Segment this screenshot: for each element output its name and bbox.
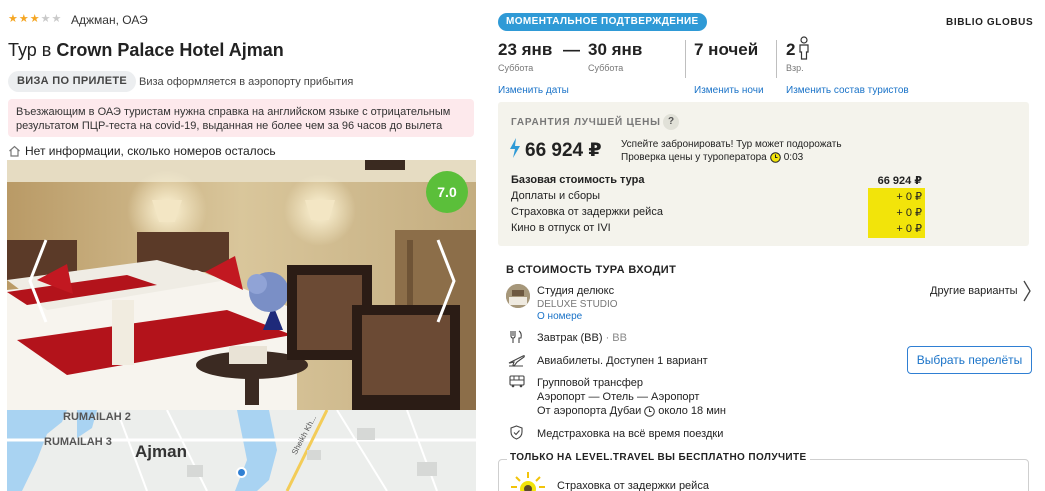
- price-line-label: Страховка от задержки рейса: [511, 206, 663, 218]
- transfer-title: Групповой трансфер: [537, 377, 644, 389]
- price-line-label: Базовая стоимость тура: [511, 174, 645, 186]
- clock-icon: [644, 405, 656, 417]
- star-icon: ★: [8, 13, 18, 25]
- day-to: Суббота: [588, 63, 624, 73]
- person-icon: [799, 36, 809, 60]
- date-dash: —: [563, 40, 580, 59]
- shield-icon: [510, 425, 523, 440]
- star-icon: ★: [29, 13, 40, 25]
- gallery-next-icon[interactable]: [434, 238, 458, 324]
- day-from: Суббота: [498, 63, 534, 73]
- cutlery-icon: [510, 330, 522, 343]
- price-check-text: Проверка цены у туроператора: [621, 152, 767, 163]
- hotel-room-photo: [7, 160, 476, 410]
- free-bonus-item: Страховка от задержки рейса: [557, 480, 709, 491]
- divider: [685, 40, 686, 78]
- date-from: 23 янв: [498, 40, 553, 59]
- clock-icon: [769, 152, 781, 163]
- tour-operator: BIBLIO GLOBUS: [946, 17, 1034, 28]
- price-line-label: Кино в отпуск от IVI: [511, 222, 611, 234]
- meal-plan-code: · BB: [605, 332, 627, 344]
- price-line-value: 66 924 ₽: [877, 175, 922, 187]
- transfer-from: От аэропорта Дубаи: [537, 405, 642, 417]
- visa-note: Виза оформляется в аэропорту прибытия: [139, 76, 354, 88]
- price-check-line: Проверка цены у туроператора 0:03: [621, 151, 842, 164]
- adults-count: 2: [786, 40, 796, 59]
- change-nights-link[interactable]: Изменить ночи: [694, 85, 764, 96]
- gallery-prev-icon[interactable]: [26, 238, 50, 324]
- help-icon[interactable]: ?: [663, 114, 679, 130]
- map-label-ajman: Ajman: [135, 442, 187, 461]
- medical-insurance: Медстраховка на всё время поездки: [537, 428, 724, 440]
- hotel-location-pin[interactable]: [236, 467, 247, 478]
- change-tourists-link[interactable]: Изменить состав туристов: [786, 85, 909, 96]
- price-line-label: Доплаты и сборы: [511, 190, 601, 202]
- divider: [776, 40, 777, 78]
- tour-price: 66 924 ₽: [525, 140, 602, 161]
- price-line-value: + 0 ₽: [896, 191, 922, 203]
- star-empty-icon: ★: [40, 13, 51, 25]
- star-icon: ★: [18, 13, 29, 25]
- price-line-value: + 0 ₽: [896, 223, 922, 235]
- free-bonuses-title: ТОЛЬКО НА LEVEL.TRAVEL ВЫ БЕСПЛАТНО ПОЛУ…: [507, 452, 810, 463]
- meal-plan: Завтрак (BB) · BB: [537, 331, 627, 345]
- house-icon: [9, 145, 20, 157]
- room-thumbnail-image: [506, 284, 530, 308]
- map-label-rumailah-2: RUMAILAH 2: [63, 411, 131, 423]
- price-hurry-note: Успейте забронировать! Тур может подорож…: [621, 138, 842, 164]
- price-line-value: + 0 ₽: [896, 207, 922, 219]
- hotel-stars: ★ ★ ★ ★ ★: [8, 13, 61, 25]
- nights-count: 7 ночей: [694, 40, 759, 59]
- date-to: 30 янв: [588, 40, 643, 59]
- page-title: Тур в Crown Palace Hotel Ajman: [8, 40, 284, 61]
- hotel-location: Аджман, ОАЭ: [71, 13, 148, 27]
- room-thumbnail[interactable]: [506, 284, 530, 308]
- hotel-photo-gallery[interactable]: [7, 160, 476, 410]
- flights-info: Авиабилеты. Доступен 1 вариант: [537, 355, 708, 367]
- change-dates-link[interactable]: Изменить даты: [498, 85, 569, 96]
- covid-alert: Въезжающим в ОАЭ туристам нужна справка …: [8, 99, 474, 137]
- room-code: DELUXE STUDIO: [537, 299, 618, 310]
- instant-confirmation-badge: МОМЕНТАЛЬНОЕ ПОДТВЕРЖДЕНИЕ: [498, 13, 707, 31]
- lightning-icon: [510, 138, 520, 158]
- transfer-duration: От аэропорта Дубаи около 18 мин: [537, 404, 726, 418]
- hotel-map[interactable]: RUMAILAH 2 RUMAILAH 3 Ajman Sheikh Kh...: [7, 410, 476, 491]
- hotel-name: Crown Palace Hotel Ajman: [56, 40, 284, 60]
- sun-badge-icon: [511, 472, 545, 491]
- meal-plan-name: Завтрак (BB): [537, 332, 603, 344]
- title-prefix: Тур в: [8, 40, 52, 60]
- hurry-text: Успейте забронировать! Тур может подорож…: [621, 139, 842, 150]
- price-check-timer: 0:03: [783, 152, 804, 163]
- chevron-right-icon[interactable]: [1022, 279, 1032, 303]
- transfer-time: около 18 мин: [658, 405, 726, 417]
- rooms-availability-text: Нет информации, сколько номеров осталось: [25, 144, 276, 158]
- airplane-icon: [508, 355, 525, 367]
- star-empty-icon: ★: [51, 13, 62, 25]
- other-options-link[interactable]: Другие варианты: [930, 284, 1018, 298]
- map-label-rumailah-3: RUMAILAH 3: [44, 436, 112, 448]
- about-room-link[interactable]: О номере: [537, 311, 582, 322]
- visa-badge: ВИЗА ПО ПРИЛЕТЕ: [8, 71, 137, 92]
- included-title: В СТОИМОСТЬ ТУРА ВХОДИТ: [506, 264, 677, 276]
- room-name: Студия делюкс: [537, 285, 615, 297]
- choose-flights-button[interactable]: Выбрать перелёты: [907, 346, 1032, 374]
- hotel-rating-badge: 7.0: [426, 171, 468, 213]
- adults-label: Взр.: [786, 63, 804, 73]
- rooms-availability: Нет информации, сколько номеров осталось: [8, 144, 276, 158]
- transfer-route: Аэропорт — Отель — Аэропорт: [537, 391, 700, 403]
- best-price-guarantee: ГАРАНТИЯ ЛУЧШЕЙ ЦЕНЫ: [511, 117, 661, 128]
- bus-icon: [509, 375, 525, 388]
